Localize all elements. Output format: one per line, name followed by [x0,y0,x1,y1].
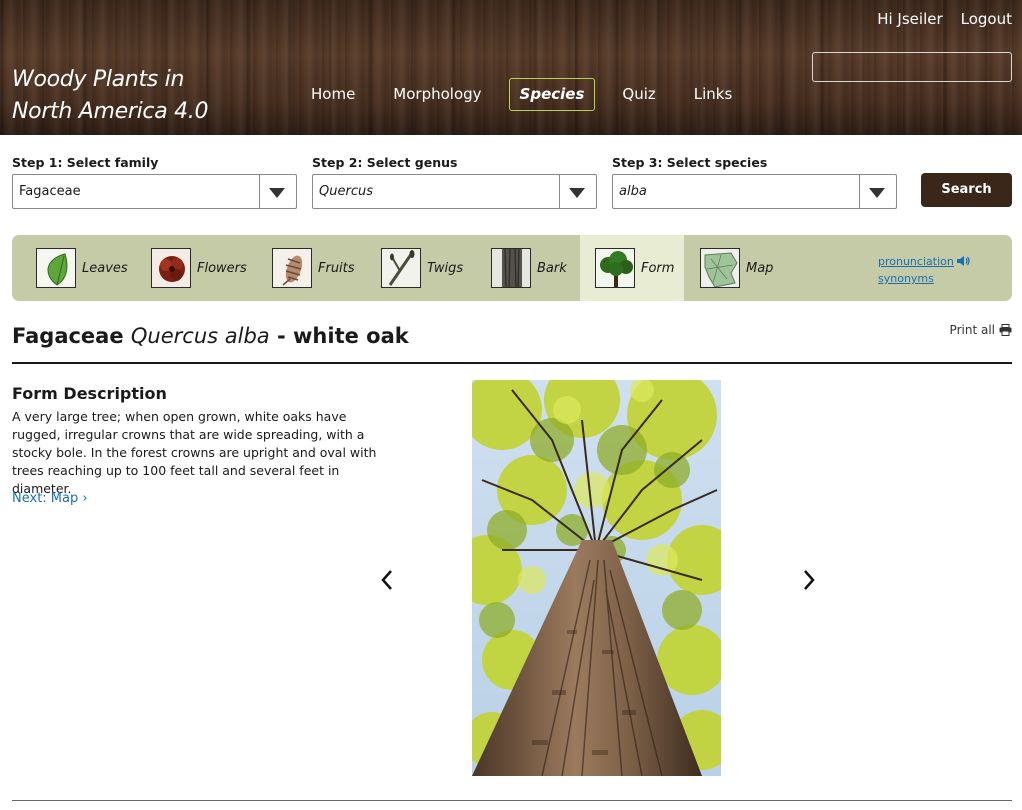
tree-form-icon [595,248,635,288]
form-photo[interactable] [472,380,721,776]
site-title-line2: North America 4.0 [12,99,209,124]
image-tabbar: Leaves Flowers Fruits Twigs Bark Form Ma… [12,235,1012,301]
nav-morphology[interactable]: Morphology [382,78,492,111]
fruit-icon [272,248,312,288]
chevron-right-icon[interactable] [798,568,818,592]
step-genus: Step 2: Select genus Quercus [312,155,597,209]
species-select-value: alba [619,184,647,199]
tab-flowers[interactable]: Flowers [151,235,247,301]
family-select-value: Fagaceae [19,184,81,199]
site-header: Woody Plants in North America 4.0 Home M… [0,0,1022,135]
pronunciation-link[interactable]: pronunciation [878,253,954,270]
nav-species[interactable]: Species [508,78,596,111]
site-title[interactable]: Woody Plants in North America 4.0 [12,64,208,128]
header-search-input[interactable] [812,52,1012,82]
heading-divider [12,362,1012,364]
user-links: Hi Jseiler Logout [877,10,1012,28]
next-map-link[interactable]: Next: Map › [12,491,88,506]
tab-fruits[interactable]: Fruits [272,235,355,301]
tab-leaves[interactable]: Leaves [36,235,128,301]
step-species-label: Step 3: Select species [612,155,768,170]
chevron-down-icon[interactable] [569,188,585,198]
species-family: Fagaceae [12,324,124,348]
form-description-title: Form Description [12,384,167,403]
select-divider [259,175,260,208]
tab-form[interactable]: Form [580,235,684,301]
print-all-button[interactable]: Print all [950,323,1012,337]
tree-photo-image [472,380,721,776]
tab-twigs-label: Twigs [427,260,464,276]
chevron-down-icon[interactable] [869,188,885,198]
species-common-name: - white oak [277,324,409,348]
tab-bark[interactable]: Bark [491,235,567,301]
nav-home[interactable]: Home [300,78,366,111]
family-select[interactable]: Fagaceae [12,174,297,209]
step-genus-label: Step 2: Select genus [312,155,458,170]
logout-link[interactable]: Logout [961,10,1012,28]
tab-leaves-label: Leaves [82,260,128,276]
tab-map[interactable]: Map [700,235,773,301]
step-family-label: Step 1: Select family [12,155,159,170]
nav-links[interactable]: Links [683,78,744,111]
step-species: Step 3: Select species alba [612,155,897,209]
speaker-icon[interactable] [956,254,970,268]
form-description-text: A very large tree; when open grown, whit… [12,409,377,496]
tab-form-label: Form [641,260,675,276]
tab-flowers-label: Flowers [197,260,247,276]
chevron-left-icon[interactable] [378,568,398,592]
search-button[interactable]: Search [921,173,1012,207]
tab-fruits-label: Fruits [318,260,355,276]
synonyms-link[interactable]: synonyms [878,270,954,287]
nav-quiz[interactable]: Quiz [611,78,666,111]
select-divider [859,175,860,208]
tab-bark-label: Bark [537,260,567,276]
species-heading: Fagaceae Quercus alba - white oak [12,324,409,348]
species-scientific-name: Quercus alba [130,324,270,348]
footer-divider [12,800,1012,801]
genus-select[interactable]: Quercus [312,174,597,209]
genus-select-value: Quercus [319,184,373,199]
print-all-label: Print all [949,323,995,337]
tabbar-links: pronunciation synonyms [878,253,970,287]
leaf-icon [36,248,76,288]
species-select[interactable]: alba [612,174,897,209]
site-title-line1: Woody Plants in [12,67,185,92]
bark-icon [491,248,531,288]
printer-icon [999,324,1012,336]
step-family: Step 1: Select family Fagaceae [12,155,297,209]
chevron-down-icon[interactable] [269,188,285,198]
map-icon [700,248,740,288]
tab-twigs[interactable]: Twigs [381,235,463,301]
user-greeting[interactable]: Hi Jseiler [877,10,942,28]
twig-icon [381,248,421,288]
tab-map-label: Map [746,260,774,276]
flower-icon [151,248,191,288]
main-nav: Home Morphology Species Quiz Links [300,78,759,111]
select-divider [559,175,560,208]
